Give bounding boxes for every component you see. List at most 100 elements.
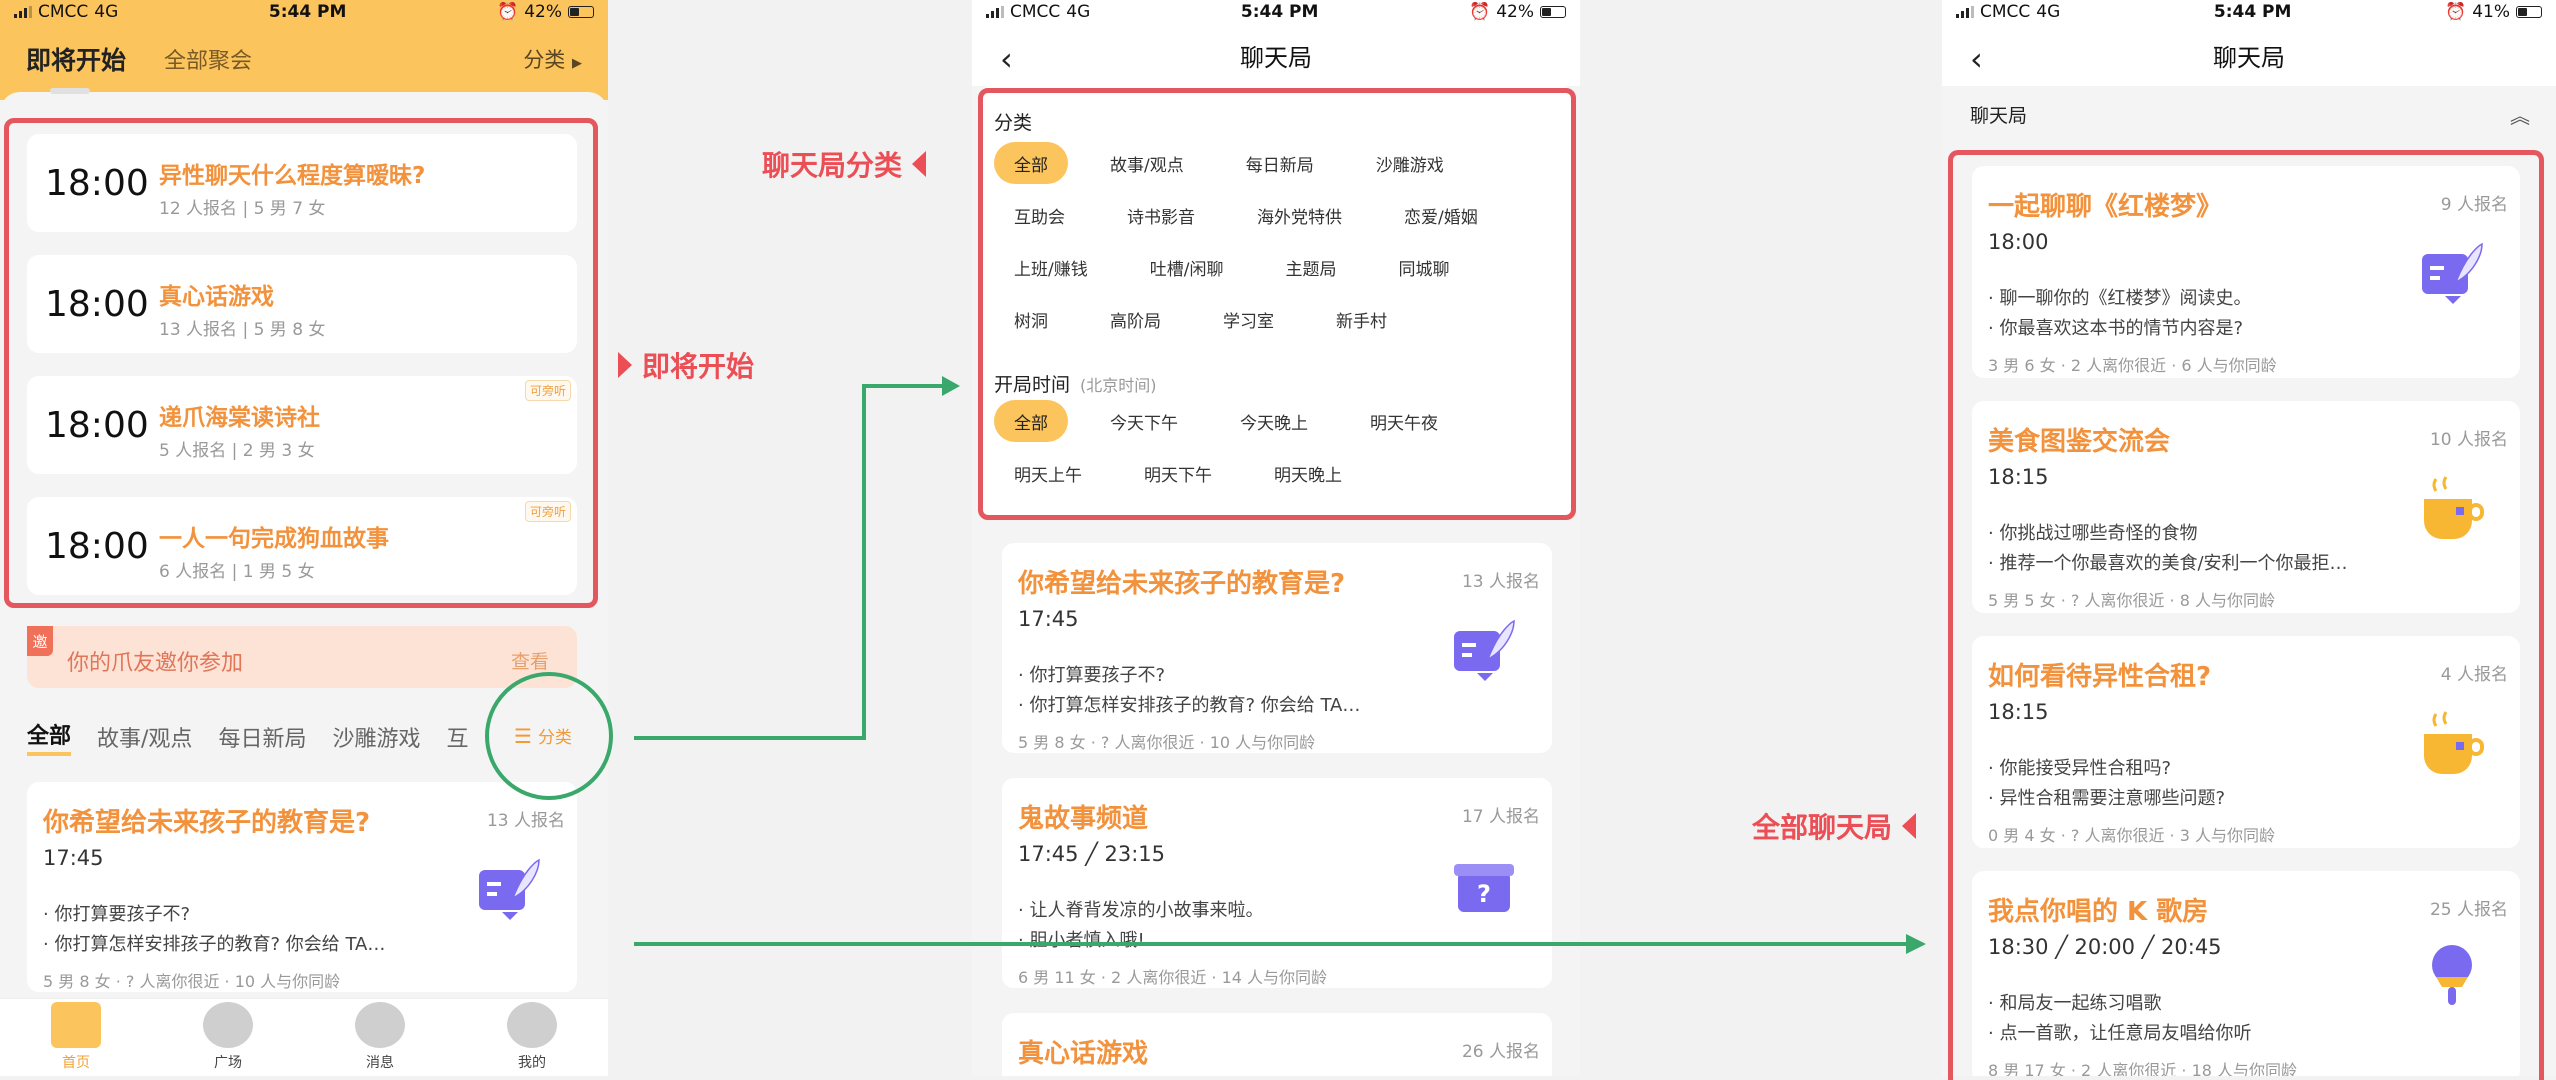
filter-chip[interactable]: 明天下午 [1124, 452, 1232, 494]
filter-chip[interactable]: 今天下午 [1090, 400, 1198, 442]
chevron-up-icon[interactable]: ︽ [2510, 100, 2530, 129]
game-card[interactable]: 如何看待异性合租? 4 人报名 18:15 · 你能接受异性合租吗? · 异性合租… [1972, 636, 2520, 848]
game-card[interactable]: 你希望给未来孩子的教育是? 13 人报名 17:45 · 你打算要孩子不? · 你… [27, 782, 577, 992]
filter-chip[interactable]: 沙雕游戏 [1356, 142, 1464, 184]
tab-all-parties[interactable]: 全部聚会 [164, 43, 252, 75]
desc-line: · 你能接受异性合租吗? [1988, 758, 2171, 779]
hot-cup-icon [2424, 476, 2484, 539]
filter-chip[interactable]: 故事/观点 [1090, 142, 1204, 184]
game-desc: · 聊一聊你的《红楼梦》阅读史。 · 你最喜欢这本书的情节内容是? [1988, 284, 2251, 344]
filter-chip[interactable]: 每日新局 [1226, 142, 1334, 184]
tab-home[interactable]: 首页 [41, 1002, 111, 1072]
filter-summary-bar[interactable]: 聊天局 ︽ [1942, 86, 2556, 142]
filter-chip[interactable]: 吐槽/闲聊 [1130, 246, 1244, 288]
chat-bubble-icon [355, 1002, 405, 1048]
tab-messages[interactable]: 消息 [345, 1002, 415, 1072]
game-desc: · 你打算要孩子不? · 你打算怎样安排孩子的教育? 你会给 TA… [1018, 661, 1360, 721]
desc-line: · 你打算怎样安排孩子的教育? 你会给 TA… [1018, 695, 1361, 716]
game-title: 一起聊聊《红楼梦》 [1988, 192, 2223, 222]
back-arrow-icon[interactable]: ‹ [1970, 40, 1983, 78]
tab-plaza[interactable]: 广场 [193, 1002, 263, 1072]
filter-chip[interactable]: 上班/赚钱 [994, 246, 1108, 288]
game-desc: · 你打算要孩子不? · 你打算怎样安排孩子的教育? 你会给 TA… [43, 900, 385, 960]
desc-line: · 你打算要孩子不? [43, 904, 190, 925]
back-arrow-icon[interactable]: ‹ [1000, 40, 1013, 78]
game-time: 17:45 [1018, 607, 1079, 631]
annotation-text: 全部聊天局 [1752, 811, 1893, 844]
game-title: 鬼故事频道 [1018, 804, 1149, 834]
cat-tab[interactable]: 每日新局 [218, 721, 306, 753]
filter-chip[interactable]: 高阶局 [1090, 298, 1181, 340]
invite-badge: 邀 [27, 626, 53, 656]
book-quill-icon [2422, 242, 2483, 304]
upcoming-card[interactable]: 18:00 一人一句完成狗血故事 6 人报名 | 1 男 5 女 可旁听 [27, 497, 577, 595]
upcoming-card[interactable]: 18:00 真心话游戏 13 人报名 | 5 男 8 女 [27, 255, 577, 353]
filter-chip[interactable]: 主题局 [1265, 246, 1356, 288]
game-card[interactable]: 真心话游戏 26 人报名 [1002, 1013, 1552, 1076]
invite-banner[interactable]: 邀 你的爪友邀你参加 查看 [27, 626, 577, 688]
cat-tab[interactable]: 全部 [27, 718, 72, 756]
party-title: 一人一句完成狗血故事 [159, 526, 389, 552]
filter-chip[interactable]: 全部 [994, 400, 1068, 442]
game-footer: 5 男 8 女 · ? 人离你很近 · 10 人与你同龄 [1018, 733, 1316, 752]
party-stats: 13 人报名 | 5 男 8 女 [159, 320, 326, 340]
filter-chip[interactable]: 明天上午 [994, 452, 1102, 494]
cat-tab[interactable]: 故事/观点 [97, 721, 192, 753]
battery-icon [1540, 6, 1566, 18]
filter-chip[interactable]: 今天晚上 [1220, 400, 1328, 442]
desc-line: · 你打算怎样安排孩子的教育? 你会给 TA… [43, 934, 386, 955]
game-card[interactable]: 美食图鉴交流会 10 人报名 18:15 · 你挑战过哪些奇怪的食物 · 推荐一个… [1972, 401, 2520, 613]
alarm-icon: ⏰ [1469, 2, 1491, 22]
filter-button[interactable]: 分类 ▶ [523, 44, 582, 74]
filter-chip[interactable]: 新手村 [1316, 298, 1407, 340]
book-quill-icon [1454, 619, 1515, 681]
battery-pct: 41% [2472, 2, 2510, 22]
game-title: 你希望给未来孩子的教育是? [1018, 569, 1346, 599]
filter-chip[interactable]: 同城聊 [1378, 246, 1469, 288]
desc-line: · 聊一聊你的《红楼梦》阅读史。 [1988, 288, 2252, 309]
game-footer: 3 男 6 女 · 2 人离你很近 · 6 人与你同龄 [1988, 356, 2277, 375]
time-heading: 开局时间 (北京时间) [994, 370, 1157, 397]
filter-chip[interactable]: 诗书影音 [1107, 194, 1215, 236]
pointer-triangle [618, 352, 632, 378]
page-title: 聊天局 [1240, 43, 1312, 72]
game-time: 18:15 [1988, 465, 2049, 489]
network: 4G [1066, 2, 1091, 22]
filter-chip[interactable]: 明天晚上 [1254, 452, 1362, 494]
filter-chip[interactable]: 学习室 [1203, 298, 1294, 340]
status-bar: CMCC 4G 5:44 PM ⏰ 42% [972, 0, 1580, 24]
game-card[interactable]: 一起聊聊《红楼梦》 9 人报名 18:00 · 聊一聊你的《红楼梦》阅读史。 · … [1972, 166, 2520, 378]
game-footer: 5 男 8 女 · ? 人离你很近 · 10 人与你同龄 [43, 972, 341, 991]
game-card[interactable]: 我点你唱的 K 歌房 25 人报名 18:30 ╱ 20:00 ╱ 20:45 … [1972, 871, 2520, 1076]
page-title: 聊天局 [2213, 43, 2285, 72]
game-card[interactable]: 你希望给未来孩子的教育是? 13 人报名 17:45 · 你打算要孩子不? · 你… [1002, 543, 1552, 753]
game-time: 17:45 [43, 846, 104, 870]
annotation-text: 聊天局分类 [762, 149, 903, 182]
cat-tab[interactable]: 沙雕游戏 [332, 721, 420, 753]
filter-chip[interactable]: 明天午夜 [1350, 400, 1458, 442]
battery-icon [568, 6, 594, 18]
filter-chip[interactable]: 海外党特供 [1237, 194, 1362, 236]
tab-me[interactable]: 我的 [497, 1002, 567, 1072]
upcoming-card[interactable]: 18:00 异性聊天什么程度算暧昧? 12 人报名 | 5 男 7 女 [27, 134, 577, 232]
game-title: 真心话游戏 [1018, 1039, 1149, 1069]
filter-label: 分类 [523, 48, 566, 72]
filter-chip[interactable]: 互助会 [994, 194, 1085, 236]
cat-tab[interactable]: 互 [446, 721, 468, 753]
audit-badge: 可旁听 [524, 501, 571, 522]
game-card[interactable]: 鬼故事频道 17 人报名 17:45 ╱ 23:15 · 让人脊背发凉的小故事来… [1002, 778, 1552, 988]
game-footer: 8 男 17 女 · 2 人离你很近 · 18 人与你同龄 [1988, 1061, 2298, 1076]
caret-right-icon: ▶ [572, 56, 582, 71]
view-invite-link[interactable]: 查看 [511, 647, 549, 674]
game-time: 18:30 ╱ 20:00 ╱ 20:45 [1988, 935, 2222, 959]
desc-line: · 你打算要孩子不? [1018, 665, 1165, 686]
network: 4G [94, 2, 119, 22]
filter-chip[interactable]: 恋爱/婚姻 [1384, 194, 1498, 236]
filter-chip[interactable]: 树洞 [994, 298, 1068, 340]
tab-upcoming[interactable]: 即将开始 [26, 41, 126, 77]
upcoming-card[interactable]: 18:00 递爪海棠读诗社 5 人报名 | 2 男 3 女 可旁听 [27, 376, 577, 474]
game-footer: 5 男 5 女 · ? 人离你很近 · 8 人与你同龄 [1988, 591, 2275, 610]
signal-icon [14, 6, 32, 18]
filter-chip[interactable]: 全部 [994, 142, 1068, 184]
carrier: CMCC [38, 2, 89, 22]
